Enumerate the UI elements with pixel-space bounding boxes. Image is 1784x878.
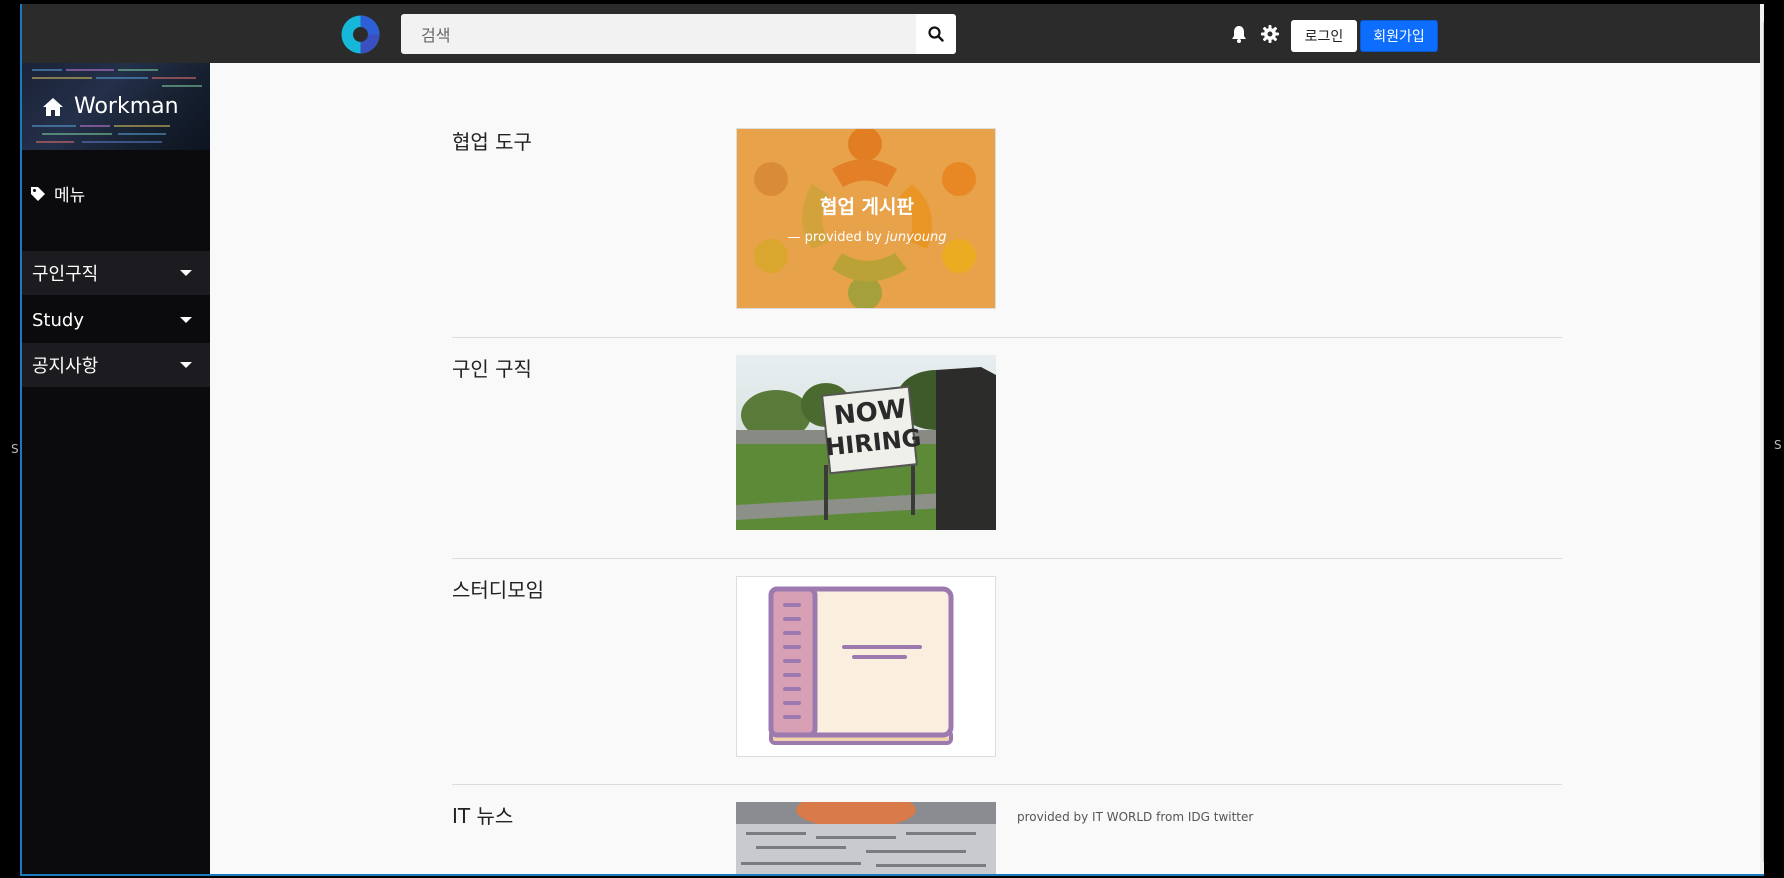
collab-card-title: 협업 게시판 xyxy=(820,196,915,218)
now-hiring-image: NOW HIRING xyxy=(736,355,996,530)
scrollbar-thumb[interactable] xyxy=(1763,22,1764,862)
collab-card-image: 협업 게시판 — provided by junyoung xyxy=(737,129,995,308)
sidebar-item-notice[interactable]: 공지사항 xyxy=(22,343,210,387)
top-navbar: 검색 로그인 회원가입 xyxy=(22,4,1760,63)
signup-button[interactable]: 회원가입 xyxy=(1360,20,1438,52)
section-divider xyxy=(452,558,1562,559)
section-divider xyxy=(452,784,1562,785)
brand-name: Workman xyxy=(74,94,179,119)
gear-icon[interactable] xyxy=(1260,24,1280,44)
section-title-study: 스터디모임 xyxy=(452,578,544,602)
sidebar-item-label: 구인구직 xyxy=(32,264,99,285)
sidebar-item-jobs[interactable]: 구인구직 xyxy=(22,251,210,295)
bell-icon[interactable] xyxy=(1229,24,1249,44)
section-title-collab: 협업 도구 xyxy=(452,130,532,154)
browser-window: 검색 로그인 회원가입 Workman 메뉴 구인구직 Study 공지사항 협… xyxy=(20,4,1764,876)
search-input[interactable]: 검색 xyxy=(401,14,916,54)
login-button[interactable]: 로그인 xyxy=(1291,20,1357,52)
newspaper-image xyxy=(736,802,996,874)
search-button[interactable] xyxy=(916,14,956,54)
edge-artifact-left: S xyxy=(11,442,19,456)
section-divider xyxy=(452,337,1562,338)
tag-icon xyxy=(31,186,45,201)
caret-down-icon xyxy=(180,362,192,368)
itnews-caption: provided by IT WORLD from IDG twitter xyxy=(1017,810,1254,824)
collab-board-card[interactable]: 협업 게시판 — provided by junyoung xyxy=(736,128,996,309)
notebook-icon xyxy=(768,586,954,745)
study-card[interactable] xyxy=(736,576,996,757)
menu-header: 메뉴 xyxy=(30,181,85,206)
itnews-card[interactable] xyxy=(736,802,996,874)
sidebar-brand[interactable]: Workman xyxy=(22,63,210,150)
search-icon xyxy=(928,26,944,42)
caret-down-icon xyxy=(180,317,192,323)
edge-artifact-right: S xyxy=(1774,438,1782,452)
section-title-itnews: IT 뉴스 xyxy=(452,804,514,828)
section-title-jobs: 구인 구직 xyxy=(452,357,532,381)
sidebar-item-study[interactable]: Study xyxy=(22,298,210,342)
jobs-card[interactable]: NOW HIRING xyxy=(736,355,996,530)
collab-card-credit: — provided by junyoung xyxy=(788,230,947,245)
menu-header-label: 메뉴 xyxy=(54,186,86,206)
sidebar-item-label: Study xyxy=(32,309,84,331)
sidebar: Workman 메뉴 구인구직 Study 공지사항 xyxy=(22,63,210,874)
sidebar-item-label: 공지사항 xyxy=(32,356,99,377)
home-icon xyxy=(43,97,63,116)
caret-down-icon xyxy=(180,270,192,276)
app-logo-icon[interactable] xyxy=(340,14,381,55)
